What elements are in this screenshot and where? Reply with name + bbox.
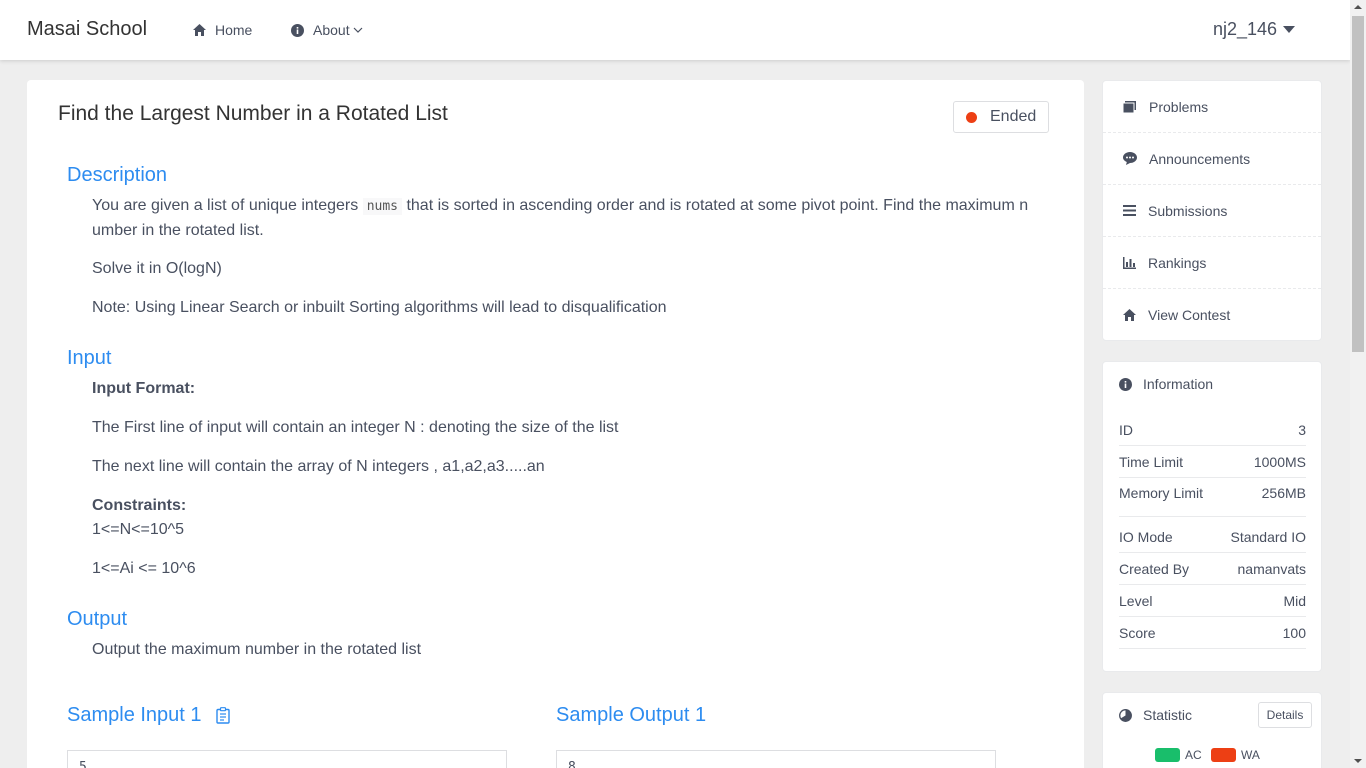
legend-label-ac: AC [1185, 748, 1202, 762]
statistic-header: Statistic [1119, 707, 1192, 723]
bar-chart-icon [1123, 256, 1136, 269]
contest-menu: Problems Announcements Submissions Ranki… [1102, 80, 1322, 341]
brand-logo[interactable]: Masai School [27, 18, 147, 41]
sample-output-box[interactable]: 8 [556, 750, 996, 768]
info-icon [1119, 377, 1132, 391]
description-text-a: You are given a list of unique integers [92, 197, 363, 214]
legend-swatch-ac [1155, 748, 1180, 762]
disqualification-note: Note: Using Linear Search or inbuilt Sor… [92, 299, 667, 316]
info-row-level: Level Mid [1119, 585, 1306, 617]
menu-announcements[interactable]: Announcements [1103, 133, 1321, 185]
menu-view-contest[interactable]: View Contest [1103, 289, 1321, 341]
info-label: IO Mode [1119, 528, 1173, 545]
constraints-label: Constraints: [92, 497, 187, 514]
info-value: namanvats [1237, 560, 1306, 577]
problem-card: Find the Largest Number in a Rotated Lis… [27, 80, 1084, 768]
info-row-id: ID 3 [1119, 414, 1306, 446]
sample-input-heading: Sample Input 1 [67, 704, 230, 727]
output-text: Output the maximum number in the rotated… [92, 641, 422, 658]
info-label: Memory Limit [1119, 485, 1204, 501]
description-paragraph: You are given a list of unique integers … [92, 194, 1032, 243]
problems-icon [1123, 100, 1136, 113]
nav-home-label: Home [215, 22, 253, 38]
info-value: Standard IO [1230, 528, 1307, 545]
information-title: Information [1143, 376, 1214, 392]
input-heading: Input [67, 347, 112, 369]
home-icon [1123, 309, 1136, 321]
pie-chart-icon [1119, 708, 1132, 722]
constraint-2: 1<=Ai <= 10^6 [92, 560, 196, 577]
statistic-title: Statistic [1143, 707, 1193, 723]
info-row-memory-limit: Memory Limit 256MB [1119, 478, 1306, 516]
menu-rankings[interactable]: Rankings [1103, 237, 1321, 289]
constraint-1: 1<=N<=10^5 [92, 521, 185, 538]
sample-input-box[interactable]: 5 [67, 750, 507, 768]
nav-about-label: About [313, 22, 350, 38]
info-value: Mid [1283, 592, 1306, 609]
info-label: Score [1119, 624, 1156, 641]
status-dot-icon [966, 111, 977, 123]
menu-problems[interactable]: Problems [1103, 81, 1321, 133]
sample-input-title: Sample Input 1 [67, 704, 202, 726]
home-icon [193, 24, 206, 36]
legend-wa[interactable]: WA [1211, 748, 1260, 762]
information-header: Information [1119, 376, 1213, 392]
info-label: ID [1119, 421, 1133, 438]
top-navbar: Masai School Home About nj2_146 [0, 0, 1350, 60]
input-line-2: The next line will contain the array of … [92, 458, 545, 475]
legend-label-wa: WA [1241, 748, 1260, 762]
nav-home[interactable]: Home [193, 22, 252, 38]
problem-title: Find the Largest Number in a Rotated Lis… [58, 102, 448, 125]
details-button[interactable]: Details [1258, 702, 1312, 728]
info-icon [291, 23, 304, 37]
clipboard-icon[interactable] [215, 707, 230, 724]
menu-view-contest-label: View Contest [1148, 307, 1231, 323]
status-badge: Ended [953, 101, 1049, 133]
input-format-label: Input Format: [92, 380, 196, 397]
user-menu[interactable]: nj2_146 [1213, 19, 1296, 40]
scroll-up-arrow-icon[interactable] [1354, 5, 1362, 9]
info-value: 3 [1298, 421, 1306, 438]
description-text-b: that is sorted in ascending order and is… [402, 197, 1029, 214]
status-label: Ended [990, 108, 1037, 125]
info-value: 100 [1282, 624, 1306, 641]
code-nums: nums [362, 198, 403, 215]
info-row-score: Score 100 [1119, 617, 1306, 649]
info-row-time-limit: Time Limit 1000MS [1119, 446, 1306, 478]
menu-submissions[interactable]: Submissions [1103, 185, 1321, 237]
caret-down-icon [1283, 26, 1296, 33]
info-value: 256MB [1261, 485, 1306, 501]
menu-rankings-label: Rankings [1148, 254, 1207, 271]
output-heading: Output [67, 608, 128, 630]
statistic-card: Statistic Details AC WA [1102, 692, 1322, 768]
legend-ac[interactable]: AC [1155, 748, 1202, 762]
menu-announcements-label: Announcements [1149, 150, 1251, 167]
list-icon [1123, 205, 1136, 216]
chevron-down-icon [353, 27, 363, 33]
information-card: Information ID 3 Time Limit 1000MS Memor… [1102, 361, 1322, 672]
nav-about[interactable]: About [291, 22, 363, 38]
info-row-io-mode: IO Mode Standard IO [1119, 521, 1306, 553]
complexity-note: Solve it in O(logN) [92, 260, 222, 277]
description-heading: Description [67, 164, 168, 186]
info-label: Time Limit [1119, 453, 1184, 470]
description-text-c: umber in the rotated list. [92, 222, 264, 239]
scrollbar-thumb[interactable] [1352, 16, 1364, 352]
sample-output-heading: Sample Output 1 [556, 704, 707, 726]
username: nj2_146 [1213, 19, 1278, 39]
legend-swatch-wa [1211, 748, 1236, 762]
chat-bubble-icon [1123, 152, 1137, 165]
page-scrollbar[interactable] [1350, 0, 1366, 768]
input-line-1: The First line of input will contain an … [92, 419, 619, 436]
menu-submissions-label: Submissions [1148, 202, 1228, 219]
info-label: Created By [1119, 560, 1190, 577]
info-label: Level [1119, 592, 1153, 609]
menu-problems-label: Problems [1149, 98, 1209, 115]
scroll-down-arrow-icon[interactable] [1354, 759, 1362, 763]
info-row-created-by: Created By namanvats [1119, 553, 1306, 585]
info-value: 1000MS [1253, 453, 1306, 470]
